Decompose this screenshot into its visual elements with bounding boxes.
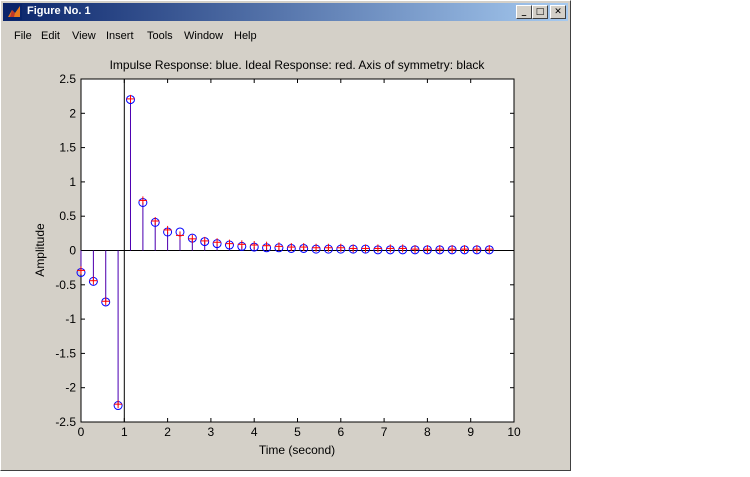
y-tick-label: 2.5: [59, 72, 76, 86]
x-tick-label: 7: [381, 425, 388, 439]
x-axis-label: Time (second): [259, 443, 335, 457]
y-tick-label: 0: [69, 244, 76, 258]
y-tick-label: 1: [69, 175, 76, 189]
x-tick-label: 9: [467, 425, 474, 439]
x-tick-label: 10: [507, 425, 521, 439]
y-tick-label: -2: [65, 381, 76, 395]
y-tick-label: 0.5: [59, 209, 76, 223]
chart-title: Impulse Response: blue. Ideal Response: …: [110, 58, 486, 72]
x-tick-label: 2: [164, 425, 171, 439]
y-tick-label: -2.5: [55, 415, 76, 429]
y-axis-label: Amplitude: [33, 223, 47, 277]
x-tick-label: 3: [208, 425, 215, 439]
x-tick-label: 4: [251, 425, 258, 439]
x-tick-label: 8: [424, 425, 431, 439]
y-tick-label: -0.5: [55, 278, 76, 292]
y-tick-label: -1.5: [55, 346, 76, 360]
y-tick-label: 2: [69, 106, 76, 120]
x-tick-label: 0: [78, 425, 85, 439]
y-tick-label: 1.5: [59, 141, 76, 155]
plot-canvas: 0 1 2 3 4 5 6 7 8 9 10 2.5 2 1.5 1 0.5 0 -0.5 -1 -1.5 -2 -2.5…: [33, 58, 521, 457]
x-tick-label: 1: [121, 425, 128, 439]
x-tick-label: 5: [294, 425, 301, 439]
y-tick-label: -1: [65, 312, 76, 326]
x-tick-label: 6: [337, 425, 344, 439]
